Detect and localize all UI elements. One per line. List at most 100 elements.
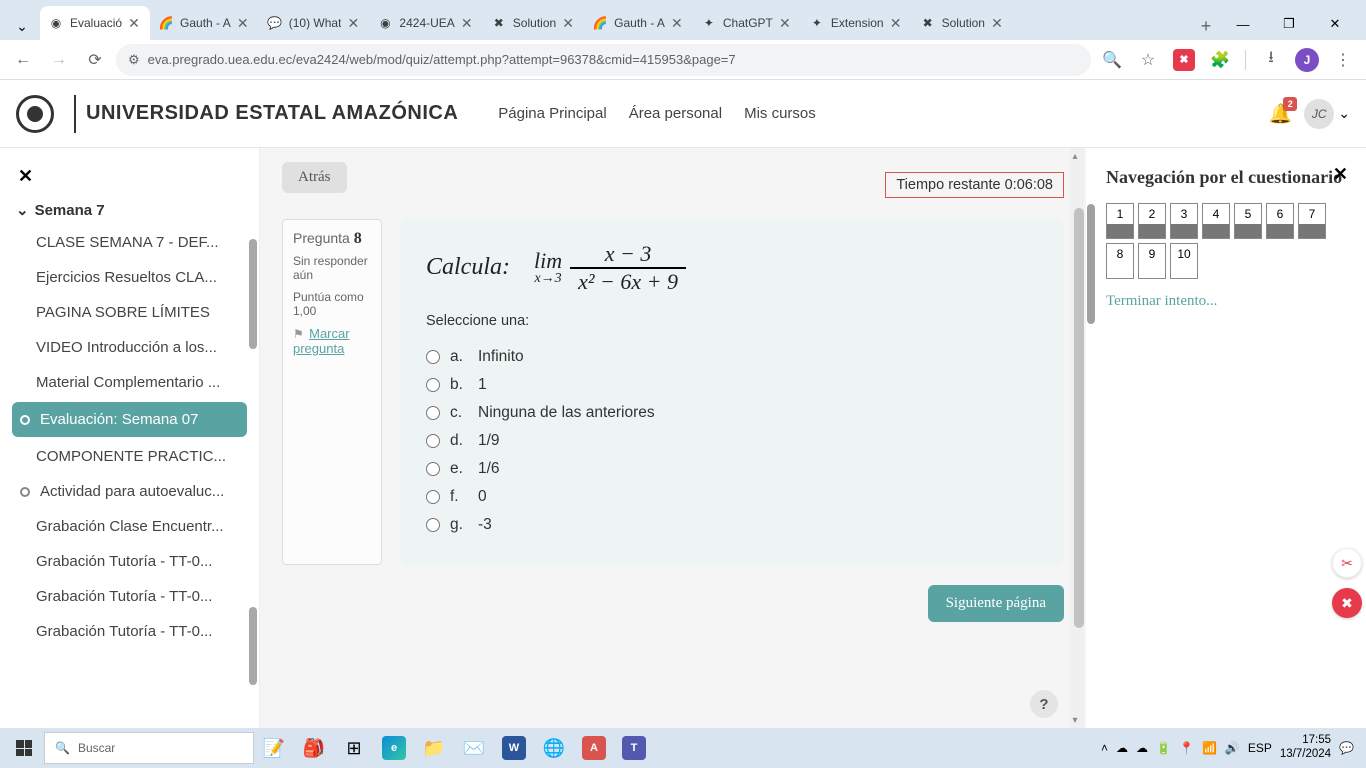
zoom-icon[interactable]: 🔍 <box>1097 45 1127 75</box>
answer-option[interactable]: g. -3 <box>426 511 1038 539</box>
sidebar-item[interactable]: Grabación Tutoría - TT-0... <box>0 544 259 579</box>
start-button[interactable] <box>4 728 44 768</box>
browser-menu-icon[interactable]: ⋮ <box>1328 45 1358 75</box>
back-button[interactable]: Atrás <box>282 162 347 193</box>
tray-notifications-icon[interactable]: 💬 <box>1339 741 1354 755</box>
taskbar-search[interactable]: 🔍 Buscar <box>44 732 254 764</box>
taskbar-chrome-icon[interactable]: 🌐 <box>534 728 574 768</box>
tab-search-dropdown[interactable]: ⌄ <box>8 12 36 40</box>
downloads-icon[interactable]: ⭳ <box>1256 45 1286 75</box>
tab-close-icon[interactable]: ✕ <box>126 15 142 31</box>
taskbar-mail-icon[interactable]: ✉️ <box>454 728 494 768</box>
answer-option[interactable]: d. 1/9 <box>426 427 1038 455</box>
sidebar-item[interactable]: COMPONENTE PRACTIC... <box>0 439 259 474</box>
browser-tab[interactable]: ✖ Solution ✕ <box>483 6 584 40</box>
quiz-nav-question[interactable]: 10 <box>1170 243 1198 279</box>
sidebar-item[interactable]: Evaluación: Semana 07 <box>12 402 247 437</box>
tray-chevron-icon[interactable]: ˄ <box>1101 741 1108 755</box>
user-menu[interactable]: JC ⌄ <box>1304 99 1350 129</box>
taskbar-explorer-icon[interactable]: 📁 <box>414 728 454 768</box>
tray-language[interactable]: ESP <box>1248 741 1272 755</box>
tray-battery-icon[interactable]: 🔋 <box>1156 741 1171 755</box>
quiz-nav-question[interactable]: 4 <box>1202 203 1230 239</box>
sidebar-item[interactable]: Ejercicios Resueltos CLA... <box>0 260 259 295</box>
address-bar[interactable]: ⚙ eva.pregrado.uea.edu.ec/eva2424/web/mo… <box>116 44 1091 76</box>
window-maximize[interactable]: ❐ <box>1266 8 1312 40</box>
sidebar-item[interactable]: Grabación Tutoría - TT-0... <box>0 614 259 649</box>
window-minimize[interactable]: — <box>1220 8 1266 40</box>
quiz-nav-question[interactable]: 9 <box>1138 243 1166 279</box>
window-close[interactable]: ✕ <box>1312 8 1358 40</box>
tab-close-icon[interactable]: ✕ <box>459 15 475 31</box>
help-button[interactable]: ? <box>1030 690 1058 718</box>
tray-volume-icon[interactable]: 🔊 <box>1225 741 1240 755</box>
tab-close-icon[interactable]: ✕ <box>345 15 361 31</box>
finish-attempt-link[interactable]: Terminar intento... <box>1106 293 1346 310</box>
sidebar-close-icon[interactable]: ✕ <box>0 158 259 195</box>
extensions-puzzle-icon[interactable]: 🧩 <box>1205 45 1235 75</box>
browser-tab[interactable]: ◉ 2424-UEA ✕ <box>369 6 482 40</box>
site-logo-icon[interactable] <box>16 95 54 133</box>
main-scrollbar-thumb[interactable] <box>1074 208 1084 628</box>
nav-area[interactable]: Área personal <box>629 105 722 122</box>
nav-courses[interactable]: Mis cursos <box>744 105 816 122</box>
tab-close-icon[interactable]: ✕ <box>669 15 685 31</box>
sidebar-item[interactable]: Grabación Clase Encuentr... <box>0 509 259 544</box>
nav-back[interactable]: ← <box>8 45 38 75</box>
tray-location-icon[interactable]: 📍 <box>1179 741 1194 755</box>
answer-radio[interactable] <box>426 350 440 364</box>
tray-cloud-icon[interactable]: ☁ <box>1136 741 1148 755</box>
browser-tab[interactable]: 🌈 Gauth - A ✕ <box>584 6 693 40</box>
answer-option[interactable]: a. Infinito <box>426 343 1038 371</box>
quiz-nav-question[interactable]: 8 <box>1106 243 1134 279</box>
profile-avatar[interactable]: J <box>1292 45 1322 75</box>
right-scrollbar-thumb[interactable] <box>1087 204 1095 324</box>
next-page-button[interactable]: Siguiente página <box>928 585 1064 622</box>
sidebar-item[interactable]: Actividad para autoevaluc... <box>0 474 259 509</box>
tray-clock[interactable]: 17:55 13/7/2024 <box>1280 734 1331 762</box>
nav-forward[interactable]: → <box>44 45 74 75</box>
extension-fab-icon[interactable]: ✖ <box>1332 588 1362 618</box>
quiz-nav-question[interactable]: 1 <box>1106 203 1134 239</box>
tab-close-icon[interactable]: ✕ <box>777 15 793 31</box>
tray-onedrive-icon[interactable]: ☁ <box>1116 741 1128 755</box>
answer-option[interactable]: f. 0 <box>426 483 1038 511</box>
taskbar-pdf-icon[interactable]: A <box>574 728 614 768</box>
browser-tab[interactable]: ✖ Solution ✕ <box>912 6 1013 40</box>
bookmark-star-icon[interactable]: ☆ <box>1133 45 1163 75</box>
notifications-bell-icon[interactable]: 🔔 2 <box>1269 102 1293 126</box>
screenshot-clip-icon[interactable]: ✂ <box>1332 548 1362 578</box>
taskbar-sticky-notes-icon[interactable]: 📝 <box>254 728 294 768</box>
extension-red-icon[interactable]: ✖ <box>1169 45 1199 75</box>
tab-close-icon[interactable]: ✕ <box>560 15 576 31</box>
tray-wifi-icon[interactable]: 📶 <box>1202 741 1217 755</box>
sidebar-section-week7[interactable]: ⌄ Semana 7 <box>0 195 259 225</box>
new-tab-button[interactable]: + <box>1192 12 1220 40</box>
nav-reload[interactable]: ⟳ <box>80 45 110 75</box>
answer-option[interactable]: b. 1 <box>426 371 1038 399</box>
site-settings-icon[interactable]: ⚙ <box>128 52 140 68</box>
sidebar-item[interactable]: VIDEO Introducción a los... <box>0 330 259 365</box>
answer-radio[interactable] <box>426 462 440 476</box>
taskbar-teams-icon[interactable]: T <box>614 728 654 768</box>
scroll-down-arrow-icon[interactable]: ▾ <box>1069 714 1081 726</box>
quiz-nav-question[interactable]: 3 <box>1170 203 1198 239</box>
panel-close-icon[interactable]: ✕ <box>1333 164 1348 185</box>
browser-tab[interactable]: ✦ Extension ✕ <box>801 6 912 40</box>
taskbar-word-icon[interactable]: W <box>494 728 534 768</box>
quiz-nav-question[interactable]: 7 <box>1298 203 1326 239</box>
tab-close-icon[interactable]: ✕ <box>989 15 1005 31</box>
answer-option[interactable]: e. 1/6 <box>426 455 1038 483</box>
browser-tab[interactable]: 💬 (10) What ✕ <box>259 6 370 40</box>
answer-radio[interactable] <box>426 518 440 532</box>
answer-radio[interactable] <box>426 378 440 392</box>
answer-option[interactable]: c. Ninguna de las anteriores <box>426 399 1038 427</box>
quiz-nav-question[interactable]: 6 <box>1266 203 1294 239</box>
answer-radio[interactable] <box>426 490 440 504</box>
sidebar-item[interactable]: Material Complementario ... <box>0 365 259 400</box>
quiz-nav-question[interactable]: 5 <box>1234 203 1262 239</box>
quiz-nav-question[interactable]: 2 <box>1138 203 1166 239</box>
taskbar-edge-icon[interactable]: e <box>374 728 414 768</box>
browser-tab[interactable]: ✦ ChatGPT ✕ <box>693 6 801 40</box>
browser-tab[interactable]: ◉ Evaluació ✕ <box>40 6 150 40</box>
